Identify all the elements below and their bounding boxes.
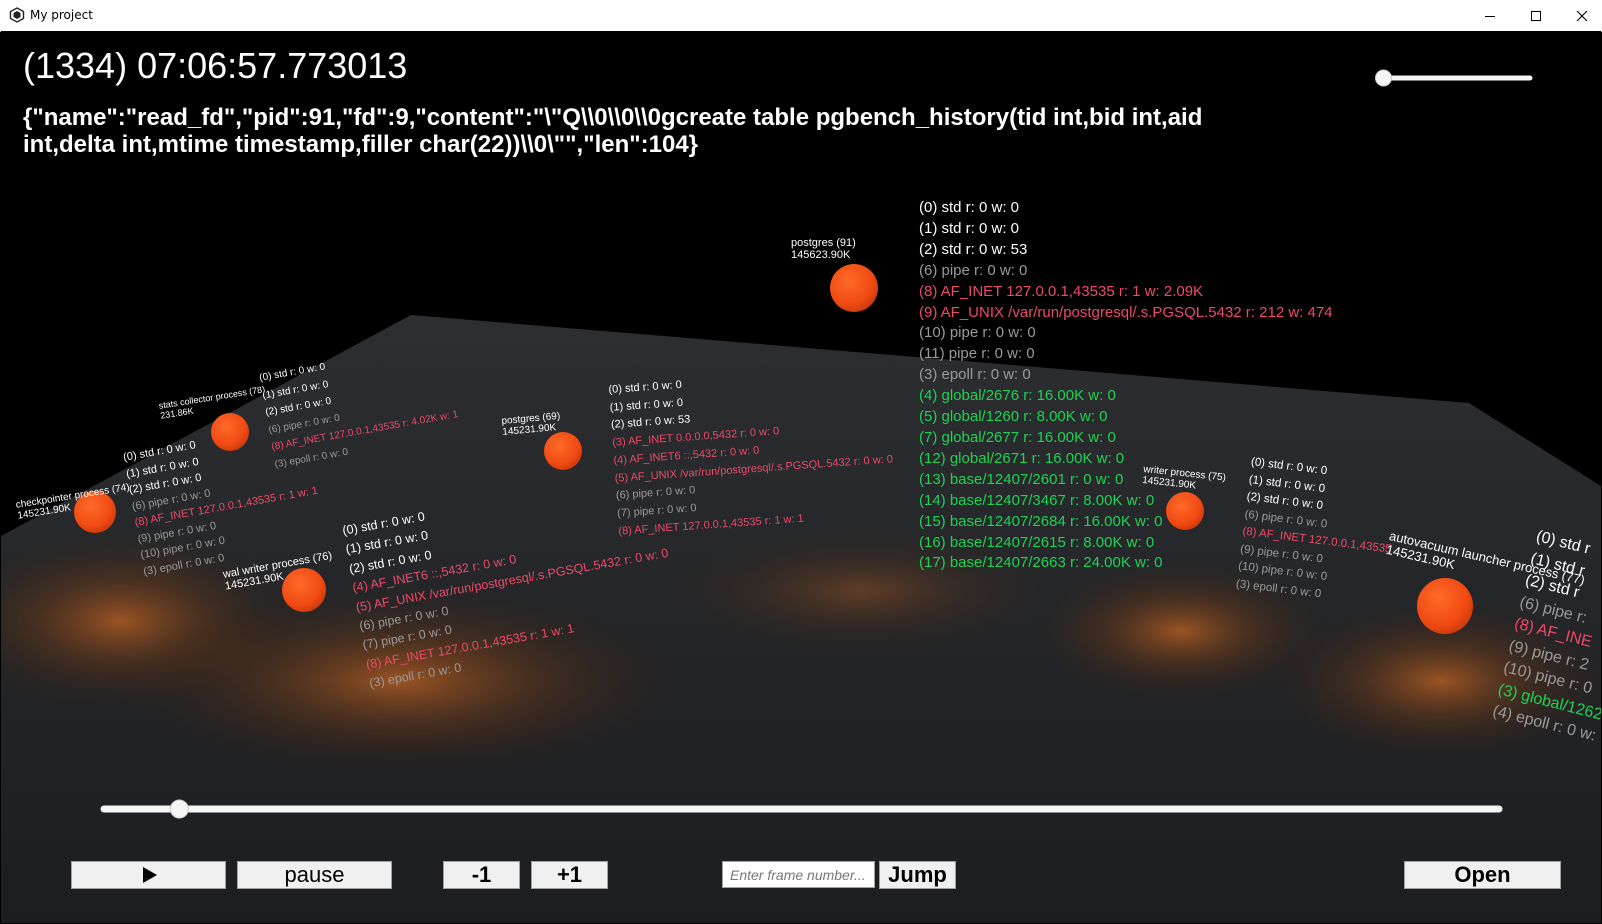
pause-button[interactable]: pause [237, 861, 392, 889]
unity-app-icon [9, 7, 25, 23]
frame-number-input[interactable] [722, 861, 875, 888]
close-button[interactable] [1559, 0, 1602, 31]
timeline-handle[interactable] [169, 799, 189, 819]
fd-entry: (1) std r: 0 w: 0 [919, 219, 1020, 237]
fd-entry: (10) pipe r: 0 w: 0 [919, 324, 1036, 342]
jump-button[interactable]: Jump [879, 861, 956, 889]
play-button[interactable] [71, 861, 226, 889]
fd-entry: (2) std r: 0 w: 53 [919, 240, 1028, 258]
fd-entry: (6) pipe r: 0 w: 0 [919, 261, 1028, 279]
process-sphere[interactable] [830, 264, 878, 312]
fd-entry: (11) pipe r: 0 w: 0 [919, 345, 1035, 363]
minimize-icon [1485, 15, 1495, 17]
title-bar: My project [0, 0, 1602, 32]
play-icon [142, 867, 157, 883]
fd-entry: (7) global/2677 r: 16.00K w: 0 [919, 428, 1116, 446]
fd-entry: (5) global/1260 r: 8.00K w: 0 [919, 408, 1108, 426]
open-button[interactable]: Open [1404, 861, 1561, 889]
process-label-postgres-91: postgres (91) 145623.90K [791, 237, 856, 261]
maximize-icon [1531, 10, 1541, 21]
fd-list-writer-75: (0) std r: 0 w: 0 (1) std r: 0 w: 0 (2) st… [1235, 454, 1401, 611]
minimize-button[interactable] [1467, 0, 1513, 31]
process-memory: 145623.90K [791, 249, 851, 261]
process-sphere[interactable] [1417, 578, 1473, 634]
window-title: My project [30, 8, 93, 22]
zoom-slider-handle[interactable] [1374, 69, 1392, 87]
step-forward-button[interactable]: +1 [531, 861, 608, 889]
fd-entry: (8) AF_INET 127.0.0.1,43535 r: 1 w: 2.09… [919, 282, 1204, 300]
fd-entry: (9) AF_UNIX /var/run/postgresql/.s.PGSQL… [919, 303, 1333, 321]
step-back-button[interactable]: -1 [443, 861, 520, 889]
maximize-button[interactable] [1513, 0, 1559, 31]
fd-entry: (4) global/2676 r: 16.00K w: 0 [919, 387, 1116, 405]
close-icon [1576, 10, 1588, 21]
process-sphere[interactable] [544, 432, 582, 470]
event-json-text: {"name":"read_fd","pid":91,"fd":9,"conte… [23, 104, 1203, 158]
frame-timestamp: (1334) 07:06:57.773013 [23, 45, 408, 86]
process-name: postgres (91) [791, 237, 856, 249]
scene-viewport[interactable]: (1334) 07:06:57.773013 {"name":"read_fd"… [1, 31, 1601, 923]
fd-entry: (0) std r: 0 w: 0 [919, 199, 1020, 216]
fd-entry: (3) epoll r: 0 w: 0 [919, 366, 1031, 384]
